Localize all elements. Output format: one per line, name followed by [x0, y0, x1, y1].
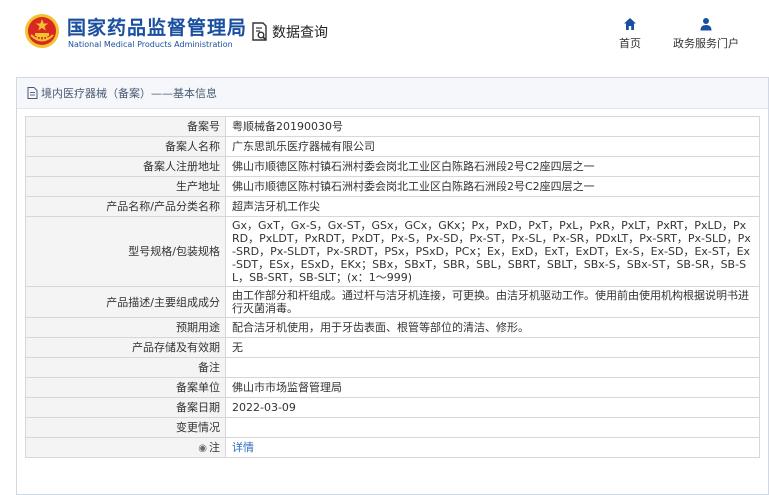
user-icon	[700, 18, 712, 31]
panel-title-bar: 境内医疗器械（备案）——基本信息	[17, 78, 768, 109]
field-value: 超声洁牙机工作尖	[225, 196, 760, 217]
table-row: 生产地址 佛山市顺德区陈村镇石洲村委会岗北工业区白陈路石洲段2号C2座四层之一	[25, 176, 760, 197]
field-value: 配合洁牙机使用，用于牙齿表面、根管等部位的清洁、修形。	[225, 317, 760, 338]
field-label: 预期用途	[25, 317, 226, 338]
site-title[interactable]: 国家药品监督管理局	[67, 13, 247, 40]
nav-home[interactable]: 首页	[612, 17, 648, 51]
document-search-icon	[252, 22, 267, 41]
table-row: 备注	[25, 357, 760, 378]
field-label: 备案人注册地址	[25, 156, 226, 177]
field-label: 注	[209, 440, 220, 454]
field-label: 备案号	[25, 116, 226, 137]
table-row: 产品名称/产品分类名称 超声洁牙机工作尖	[25, 196, 760, 217]
home-icon	[624, 18, 636, 30]
field-label: 产品描述/主要组成成分	[25, 286, 226, 318]
field-label: 型号规格/包装规格	[25, 216, 226, 287]
table-row: 变更情况	[25, 417, 760, 438]
table-row: 备案单位 佛山市市场监督管理局	[25, 377, 760, 398]
field-label: 备案人名称	[25, 136, 226, 157]
nav-government-services[interactable]: 政务服务门户	[664, 17, 748, 51]
table-row: 备案人注册地址 佛山市顺德区陈村镇石洲村委会岗北工业区白陈路石洲段2号C2座四层…	[25, 156, 760, 177]
site-subtitle: National Medical Products Administration	[68, 40, 233, 49]
field-label: 备案单位	[25, 377, 226, 398]
panel-title: 境内医疗器械（备案）——基本信息	[41, 87, 217, 100]
field-value: 无	[225, 337, 760, 358]
table-row: 产品描述/主要组成成分 由工作部分和杆组成。通过杆与洁牙机连接，可更换。由洁牙机…	[25, 286, 760, 318]
field-label: 生产地址	[25, 176, 226, 197]
site-header: 国家药品监督管理局 National Medical Products Admi…	[0, 0, 769, 68]
field-value: 粤顺械备20190030号	[225, 116, 760, 137]
record-panel: 境内医疗器械（备案）——基本信息 备案号 粤顺械备20190030号 备案人名称…	[16, 77, 769, 495]
field-value: 佛山市市场监督管理局	[225, 377, 760, 398]
table-row: 备案号 粤顺械备20190030号	[25, 116, 760, 137]
nav-home-label: 首页	[619, 37, 641, 50]
field-value: 佛山市顺德区陈村镇石洲村委会岗北工业区白陈路石洲段2号C2座四层之一	[225, 156, 760, 177]
table-row: 备案人名称 广东思凯乐医疗器械有限公司	[25, 136, 760, 157]
field-value: 佛山市顺德区陈村镇石洲村委会岗北工业区白陈路石洲段2号C2座四层之一	[225, 176, 760, 197]
table-row: 产品存储及有效期 无	[25, 337, 760, 358]
field-label: 产品名称/产品分类名称	[25, 196, 226, 217]
table-row: 预期用途 配合洁牙机使用，用于牙齿表面、根管等部位的清洁、修形。	[25, 317, 760, 338]
nav-government-services-label: 政务服务门户	[673, 37, 739, 50]
field-value	[225, 357, 760, 378]
field-value: Gx，GxT，Gx-S，Gx-ST，GSx，GCx，GKx；Px，PxD，PxT…	[225, 216, 760, 287]
location-pin-icon: ◉	[198, 442, 207, 454]
table-row: ◉ 注 详情	[25, 437, 760, 458]
field-label: 备注	[25, 357, 226, 378]
field-value: 广东思凯乐医疗器械有限公司	[225, 136, 760, 157]
field-value: 2022-03-09	[225, 397, 760, 418]
details-link[interactable]: 详情	[232, 441, 254, 454]
field-label: 备案日期	[25, 397, 226, 418]
field-value: 由工作部分和杆组成。通过杆与洁牙机连接，可更换。由洁牙机驱动工作。使用前由使用机…	[225, 286, 760, 318]
data-query-label: 数据查询	[272, 25, 328, 41]
field-value	[225, 417, 760, 438]
document-icon	[27, 87, 38, 99]
data-query-link[interactable]: 数据查询	[251, 21, 328, 43]
field-label: 变更情况	[25, 417, 226, 438]
field-label: 产品存储及有效期	[25, 337, 226, 358]
note-label-cell: ◉ 注	[25, 437, 226, 458]
table-row: 型号规格/包装规格 Gx，GxT，Gx-S，Gx-ST，GSx，GCx，GKx；…	[25, 216, 760, 287]
national-emblem-icon[interactable]	[24, 13, 60, 49]
record-table: 备案号 粤顺械备20190030号 备案人名称 广东思凯乐医疗器械有限公司 备案…	[25, 116, 760, 458]
details-cell: 详情	[225, 437, 760, 458]
table-row: 备案日期 2022-03-09	[25, 397, 760, 418]
